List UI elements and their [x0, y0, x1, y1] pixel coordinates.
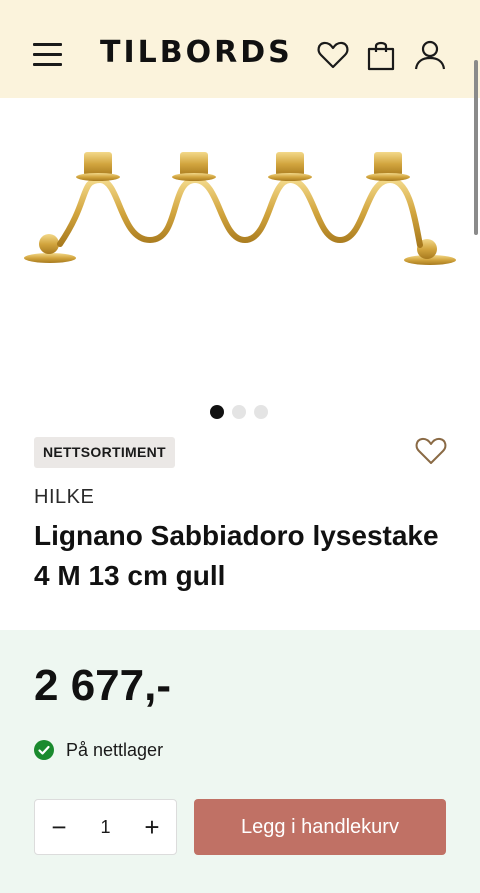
wishlist-heart-icon[interactable] [415, 436, 447, 466]
quantity-decrease-button[interactable]: − [35, 800, 83, 854]
gallery-dot-1[interactable] [210, 405, 224, 419]
stock-status: På nettlager [34, 738, 163, 762]
menu-icon[interactable] [33, 42, 63, 66]
add-to-cart-button[interactable]: Legg i handlekurv [194, 799, 446, 855]
heart-icon[interactable] [316, 38, 350, 72]
gallery-dot-2[interactable] [232, 405, 246, 419]
product-title-line-2: 4 M 13 cm gull [34, 560, 226, 591]
gallery-dot-3[interactable] [254, 405, 268, 419]
bag-icon[interactable] [364, 38, 398, 72]
product-title: Lignano Sabbiadoro lysestake 4 M 13 cm g… [34, 516, 454, 596]
product-title-line-1: Lignano Sabbiadoro lysestake [34, 520, 439, 551]
quantity-stepper: − 1 + [34, 799, 177, 855]
logo[interactable]: TILBORDS [100, 33, 293, 73]
stock-text: På nettlager [66, 739, 164, 760]
status-badge: NETTSORTIMENT [34, 437, 175, 468]
gallery-pagination [210, 405, 268, 419]
product-image[interactable] [20, 140, 460, 270]
product-price: 2 677,- [34, 661, 171, 710]
quantity-increase-button[interactable]: + [128, 800, 176, 854]
check-circle-icon [34, 740, 54, 760]
quantity-input[interactable]: 1 [83, 800, 128, 854]
user-icon[interactable] [413, 38, 447, 72]
product-brand[interactable]: HILKE [34, 486, 94, 509]
site-header: TILBORDS [0, 0, 480, 98]
